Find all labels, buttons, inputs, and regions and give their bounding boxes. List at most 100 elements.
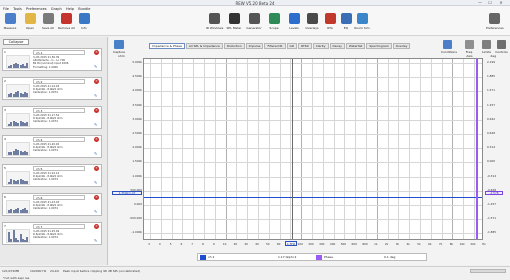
graph-tab[interactable]: Distortion xyxy=(223,43,245,49)
edit-pencil-icon[interactable]: ✎ xyxy=(94,64,99,69)
ir-windows-button[interactable]: IR Windows xyxy=(206,13,223,33)
impedance-plot[interactable] xyxy=(143,58,483,240)
y-tick-label-right: -1.257 xyxy=(487,202,497,206)
spl-meter-label: SPL Meter xyxy=(226,26,242,30)
eq-label: EQ xyxy=(343,26,349,30)
edit-pencil-icon[interactable]: ✎ xyxy=(94,209,99,214)
measurement-item[interactable]: 2 ch 2 3-ott-2015 21.14.18 R 4pz/4Ω - 8.0Ω… xyxy=(2,77,102,100)
remove-all-label: Remove All xyxy=(58,26,75,30)
info-button[interactable]: Info xyxy=(76,13,92,33)
measurement-thumbnail xyxy=(6,171,30,185)
y-tick-label-right: 0.942 xyxy=(487,116,496,121)
gear-icon xyxy=(488,13,500,24)
x-tick-label: 60 xyxy=(276,242,281,246)
phase-legend-swatch[interactable] xyxy=(316,255,322,260)
generator-button[interactable]: Generator xyxy=(246,13,262,33)
y-tick-label-left: 5.000k xyxy=(132,60,142,64)
overlays-button[interactable]: Overlays xyxy=(304,13,320,33)
remove-measurement-icon[interactable]: ✕ xyxy=(94,195,99,200)
measurement-item[interactable]: 3 ch 3 3-ott-2015 21.17.54 R 4pz/4Ω - 8.0Ω… xyxy=(2,106,102,129)
spl-meter-button[interactable]: SPL Meter xyxy=(226,13,242,33)
graph-tab[interactable]: Overlay xyxy=(392,43,411,49)
measurement-item[interactable]: 6 ch 6 3-ott-2015 21.23.03 R 4pz/4Ω - 8.0Ω… xyxy=(2,193,102,216)
measurement-name-field[interactable]: ch 5 xyxy=(33,166,85,171)
graph-tab[interactable]: Impulse xyxy=(245,43,264,49)
measurement-item[interactable]: 4 ch 4 3-ott-2015 21.20.02 R 4pz/4Ω - 8.0Ω… xyxy=(2,135,102,158)
h-gridline xyxy=(144,233,482,235)
scope-icon xyxy=(268,13,280,24)
open-button[interactable]: Open xyxy=(22,13,38,33)
generator-label: Generator xyxy=(246,26,262,30)
graph-tabs: Impedance & Phase All SPL & Impedance Dist… xyxy=(149,43,411,49)
x-tick-label: 2k xyxy=(384,242,389,246)
h-gridline xyxy=(144,119,482,121)
remove-measurement-icon[interactable]: ✕ xyxy=(94,137,99,142)
measurement-name-field[interactable]: ch 7 xyxy=(33,224,85,229)
levels-icon xyxy=(288,13,300,24)
y-tick-label-left: 2.000k xyxy=(132,145,142,150)
remove-measurement-icon[interactable]: ✕ xyxy=(94,224,99,229)
freq-axis-button[interactable]: Freq. Axis xyxy=(463,40,476,58)
levels-button[interactable]: Levels xyxy=(286,13,302,33)
edit-pencil-icon[interactable]: ✎ xyxy=(94,122,99,127)
minimize-button[interactable]: — xyxy=(476,1,484,5)
remove-measurement-icon[interactable]: ✕ xyxy=(94,166,99,171)
y-tick-label-right: 2.199 xyxy=(487,60,496,64)
remove-measurement-icon[interactable]: ✕ xyxy=(94,108,99,113)
measure-label: Measure xyxy=(3,26,17,30)
ir-windows-icon xyxy=(208,13,220,24)
preferences-button[interactable]: Preferences xyxy=(486,13,504,33)
measurement-name-field[interactable]: ch 6 xyxy=(33,195,85,200)
scope-button[interactable]: Scope xyxy=(266,13,282,33)
measurement-item[interactable]: 7 ch 7 3-ott-2015 21.25.49 R 4pz/4Ω - 8.0Ω… xyxy=(2,222,102,245)
measurement-number: 5 xyxy=(4,166,6,170)
measurement-name-field[interactable]: ch 3 xyxy=(33,108,85,113)
x-tick-label: 7 xyxy=(191,242,194,246)
x-cursor-readout: 1.7Hz xyxy=(285,241,297,246)
x-tick-label: 7k xyxy=(438,242,443,246)
maximize-button[interactable]: ☐ xyxy=(486,1,494,5)
freq-axis-label: Freq. Axis xyxy=(465,50,474,58)
sample-rate: 192000 Hz xyxy=(30,269,47,273)
edit-pencil-icon[interactable]: ✎ xyxy=(94,238,99,243)
edit-pencil-icon[interactable]: ✎ xyxy=(94,151,99,156)
measure-button[interactable]: Measure xyxy=(2,13,18,33)
graph-tab[interactable]: Spectrogram xyxy=(366,43,392,49)
remove-measurement-icon[interactable]: ✕ xyxy=(94,50,99,55)
edit-pencil-icon[interactable]: ✎ xyxy=(94,93,99,98)
h-gridline xyxy=(144,190,482,192)
x-tick-label: 6k xyxy=(428,242,432,246)
graph-tab[interactable]: Waterfall xyxy=(345,43,366,49)
room-sim-button[interactable]: Room Sim xyxy=(354,13,370,33)
measurement-item[interactable]: 5 ch 5 3-ott-2015 21.22.14 R 4pz/4Ω - 8.0Ω… xyxy=(2,164,102,187)
y-tick-label-left: 3.000k xyxy=(132,116,142,121)
conditions-button[interactable]: Conditions xyxy=(441,40,457,58)
save-all-button[interactable]: Save All xyxy=(40,13,56,33)
edit-pencil-icon[interactable]: ✎ xyxy=(94,180,99,185)
close-button[interactable]: ✕ xyxy=(497,1,505,5)
legend-phase-value: 0.1 deg xyxy=(384,255,396,259)
x-tick-label: 5 xyxy=(169,242,172,246)
remove-measurement-icon[interactable]: ✕ xyxy=(94,79,99,84)
graph-tab[interactable]: Filtered IR xyxy=(264,43,286,49)
measurement-name-field[interactable]: ch 4 xyxy=(33,137,85,142)
measurement-name-field[interactable]: ch 2 xyxy=(33,79,85,84)
graph-tab[interactable]: All SPL & Impedance xyxy=(185,43,223,49)
graph-tab[interactable]: Clarity xyxy=(312,43,329,49)
rta-button[interactable]: RTA xyxy=(322,13,338,33)
h-gridline xyxy=(144,176,482,178)
graph-tab[interactable]: Impedance & Phase xyxy=(149,43,185,49)
controls-button[interactable]: Controls xyxy=(495,40,508,58)
impedance-legend-swatch[interactable] xyxy=(200,255,206,260)
graph-tab[interactable]: Decay xyxy=(329,43,345,49)
eq-button[interactable]: EQ xyxy=(338,13,354,33)
graph-tab[interactable]: GD xyxy=(286,43,298,49)
eq-icon xyxy=(340,13,352,24)
measurement-name-field[interactable]: ch 1 xyxy=(33,50,85,55)
graph-tab[interactable]: RT60 xyxy=(298,43,312,49)
measurement-item[interactable]: 1 ch 1 3-ott-2015 21.56.39 AltoParlante - … xyxy=(2,48,102,71)
h-gridline xyxy=(144,91,482,93)
remove-all-button[interactable]: Remove All xyxy=(58,13,75,33)
spl-meter-icon xyxy=(228,13,240,24)
collapse-button[interactable]: Collapse xyxy=(3,39,29,45)
